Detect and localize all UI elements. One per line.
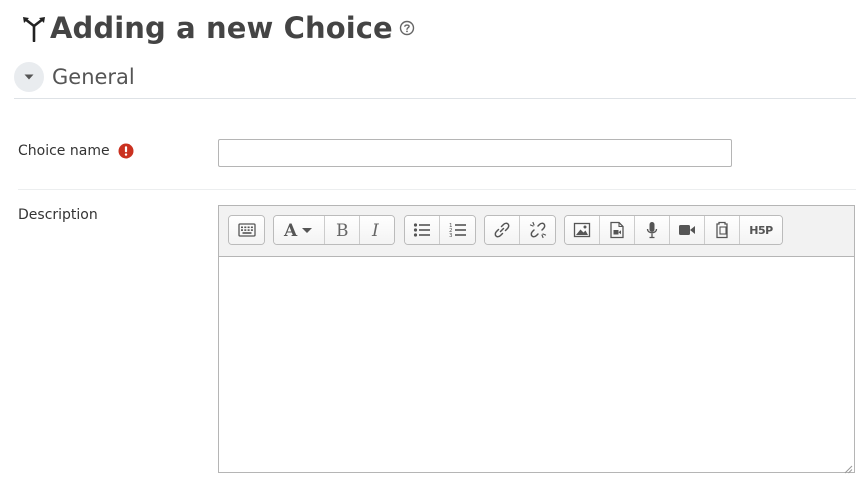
- svg-text:3: 3: [449, 233, 453, 238]
- svg-text:A: A: [283, 222, 298, 238]
- link-icon: [493, 221, 511, 239]
- page-title: Adding a new Choice: [50, 11, 393, 45]
- choice-name-input[interactable]: [218, 139, 732, 167]
- record-video-icon: [678, 223, 696, 237]
- section-title[interactable]: General: [52, 62, 135, 92]
- editor-toolbar: A B I 1 2 3 H5P: [219, 206, 854, 257]
- record-audio-icon: [645, 221, 659, 239]
- h5p-button[interactable]: H5P: [740, 216, 782, 244]
- italic-button[interactable]: I: [360, 216, 394, 244]
- record-audio-button[interactable]: [635, 216, 670, 244]
- insert-media-icon: [609, 221, 625, 239]
- toolbar-group-collapse: [228, 215, 265, 245]
- unordered-list-button[interactable]: [405, 216, 440, 244]
- page: Adding a new Choice General Choice name: [0, 0, 865, 482]
- record-video-button[interactable]: [670, 216, 705, 244]
- unlink-button[interactable]: [520, 216, 555, 244]
- unlink-icon: [529, 221, 547, 239]
- insert-image-button[interactable]: [565, 216, 600, 244]
- bold-icon: B: [334, 221, 350, 239]
- font-style-icon: A: [282, 222, 316, 238]
- choice-name-label-row: Choice name: [18, 143, 134, 159]
- choice-signpost-icon: [20, 14, 48, 42]
- required-exclamation-icon: [118, 143, 134, 159]
- manage-files-button[interactable]: [705, 216, 740, 244]
- unordered-list-icon: [413, 222, 431, 238]
- bold-button[interactable]: B: [325, 216, 360, 244]
- show-more-buttons-button[interactable]: [229, 216, 264, 244]
- ordered-list-icon: 1 2 3: [449, 222, 467, 238]
- section-collapse-button[interactable]: [14, 62, 44, 92]
- show-more-buttons-icon: [237, 223, 256, 237]
- insert-media-button[interactable]: [600, 216, 635, 244]
- form-row-divider: [18, 189, 856, 190]
- choice-name-label: Choice name: [18, 143, 110, 159]
- h5p-icon: H5P: [749, 223, 773, 237]
- page-heading: Adding a new Choice: [20, 10, 415, 46]
- toolbar-group-lists: 1 2 3: [404, 215, 476, 245]
- section-general-header: General: [14, 62, 856, 99]
- italic-icon: I: [370, 221, 384, 239]
- svg-text:B: B: [336, 221, 349, 239]
- manage-files-icon: [714, 221, 730, 239]
- toolbar-group-media: H5P: [564, 215, 783, 245]
- help-question-icon[interactable]: [399, 20, 415, 36]
- chevron-down-icon: [23, 71, 35, 83]
- svg-text:I: I: [371, 221, 379, 239]
- description-content-area[interactable]: [219, 257, 854, 472]
- toolbar-group-links: [484, 215, 556, 245]
- ordered-list-button[interactable]: 1 2 3: [440, 216, 475, 244]
- resize-handle-icon[interactable]: [843, 461, 853, 474]
- link-button[interactable]: [485, 216, 520, 244]
- insert-image-icon: [573, 222, 591, 238]
- font-style-button[interactable]: A: [274, 216, 325, 244]
- description-editor: A B I 1 2 3 H5P: [218, 205, 855, 474]
- description-label: Description: [18, 207, 98, 223]
- toolbar-group-style: A B I: [273, 215, 395, 245]
